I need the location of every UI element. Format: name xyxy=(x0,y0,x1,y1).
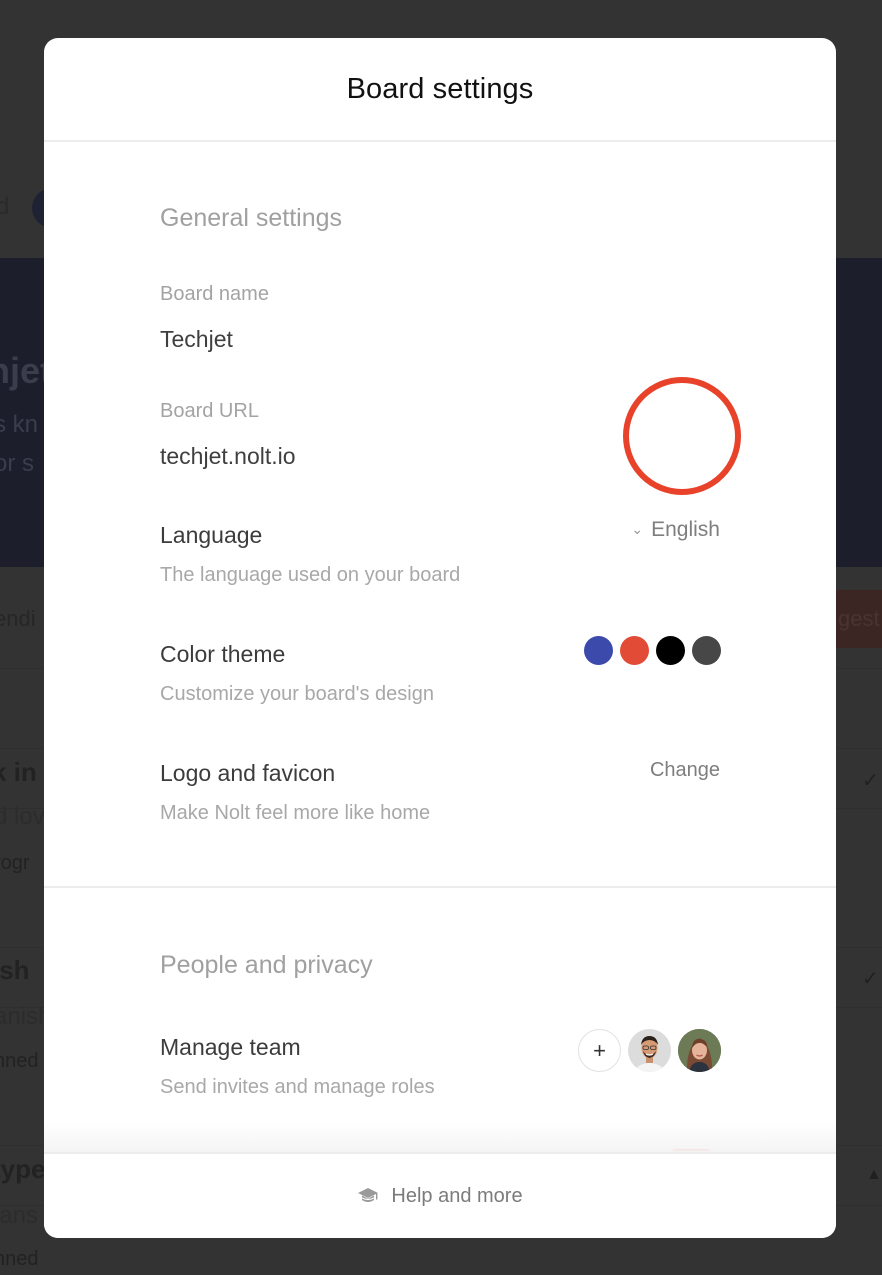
bg-post-title: type xyxy=(0,1154,46,1184)
board-name-value[interactable]: Techjet xyxy=(160,326,233,353)
board-url-label: Board URL xyxy=(160,400,259,422)
color-swatch-black[interactable] xyxy=(656,636,685,665)
chevron-down-icon: ⌄ xyxy=(631,520,644,537)
help-and-more-button[interactable]: Help and more xyxy=(44,1152,836,1238)
bg-post-desc: lans xyxy=(0,1202,39,1229)
color-swatch-red[interactable] xyxy=(620,636,649,665)
language-title: Language xyxy=(160,522,263,548)
avatar-man-icon xyxy=(634,1036,665,1072)
logo-description: Make Nolt feel more like home xyxy=(160,802,431,824)
color-swatch-blue[interactable] xyxy=(584,636,613,665)
plus-icon: + xyxy=(593,1037,606,1063)
language-selected-value: English xyxy=(651,518,720,541)
bg-post-title: ish xyxy=(0,955,30,985)
team-members: + xyxy=(578,1029,721,1072)
bg-suggest-label: gest xyxy=(838,606,880,631)
language-select[interactable]: ⌄ English xyxy=(631,518,720,542)
avatar-woman-icon xyxy=(678,1029,721,1072)
bg-post-status: nned xyxy=(0,1248,39,1270)
language-description: The language used on your board xyxy=(160,564,461,586)
bg-post-status: rogr xyxy=(0,852,30,874)
logo-title: Logo and favicon xyxy=(160,760,336,786)
modal-title: Board settings xyxy=(346,72,534,105)
color-theme-title: Color theme xyxy=(160,641,286,667)
bg-check-icon: ✓ xyxy=(862,770,879,792)
graduation-cap-icon xyxy=(358,1188,379,1202)
bg-upvote-icon: ▲ xyxy=(866,1166,882,1183)
section-divider xyxy=(44,886,836,888)
change-logo-button[interactable]: Change xyxy=(650,759,720,782)
avatar[interactable] xyxy=(678,1029,721,1072)
scroll-fade xyxy=(44,1122,836,1152)
section-title-people: People and privacy xyxy=(160,951,373,979)
bg-post-status: nned xyxy=(0,1050,39,1072)
add-member-button[interactable]: + xyxy=(578,1029,621,1072)
bg-sort-label: endi xyxy=(0,606,36,631)
color-swatches xyxy=(584,636,721,665)
modal-header: Board settings xyxy=(44,38,836,142)
avatar[interactable] xyxy=(628,1029,671,1072)
help-and-more-label: Help and more xyxy=(391,1184,523,1207)
board-name-label: Board name xyxy=(160,283,269,305)
bg-post-desc: d lov xyxy=(0,803,45,830)
modal-body[interactable]: General settings Board name Techjet Boar… xyxy=(44,142,836,1152)
bg-post-title: k in xyxy=(0,757,37,787)
board-settings-modal: Board settings General settings Board na… xyxy=(44,38,836,1238)
bg-board-desc: s kn xyxy=(0,411,39,438)
bg-check-icon: ✓ xyxy=(862,968,879,990)
manage-team-description: Send invites and manage roles xyxy=(160,1076,435,1098)
section-title-general: General settings xyxy=(160,204,343,232)
bg-nav-text: d xyxy=(0,193,10,220)
color-theme-description: Customize your board's design xyxy=(160,683,434,705)
board-url-value[interactable]: techjet.nolt.io xyxy=(160,443,296,470)
bg-board-desc: or s xyxy=(0,450,35,477)
manage-team-title: Manage team xyxy=(160,1034,301,1060)
color-swatch-gray[interactable] xyxy=(692,636,721,665)
